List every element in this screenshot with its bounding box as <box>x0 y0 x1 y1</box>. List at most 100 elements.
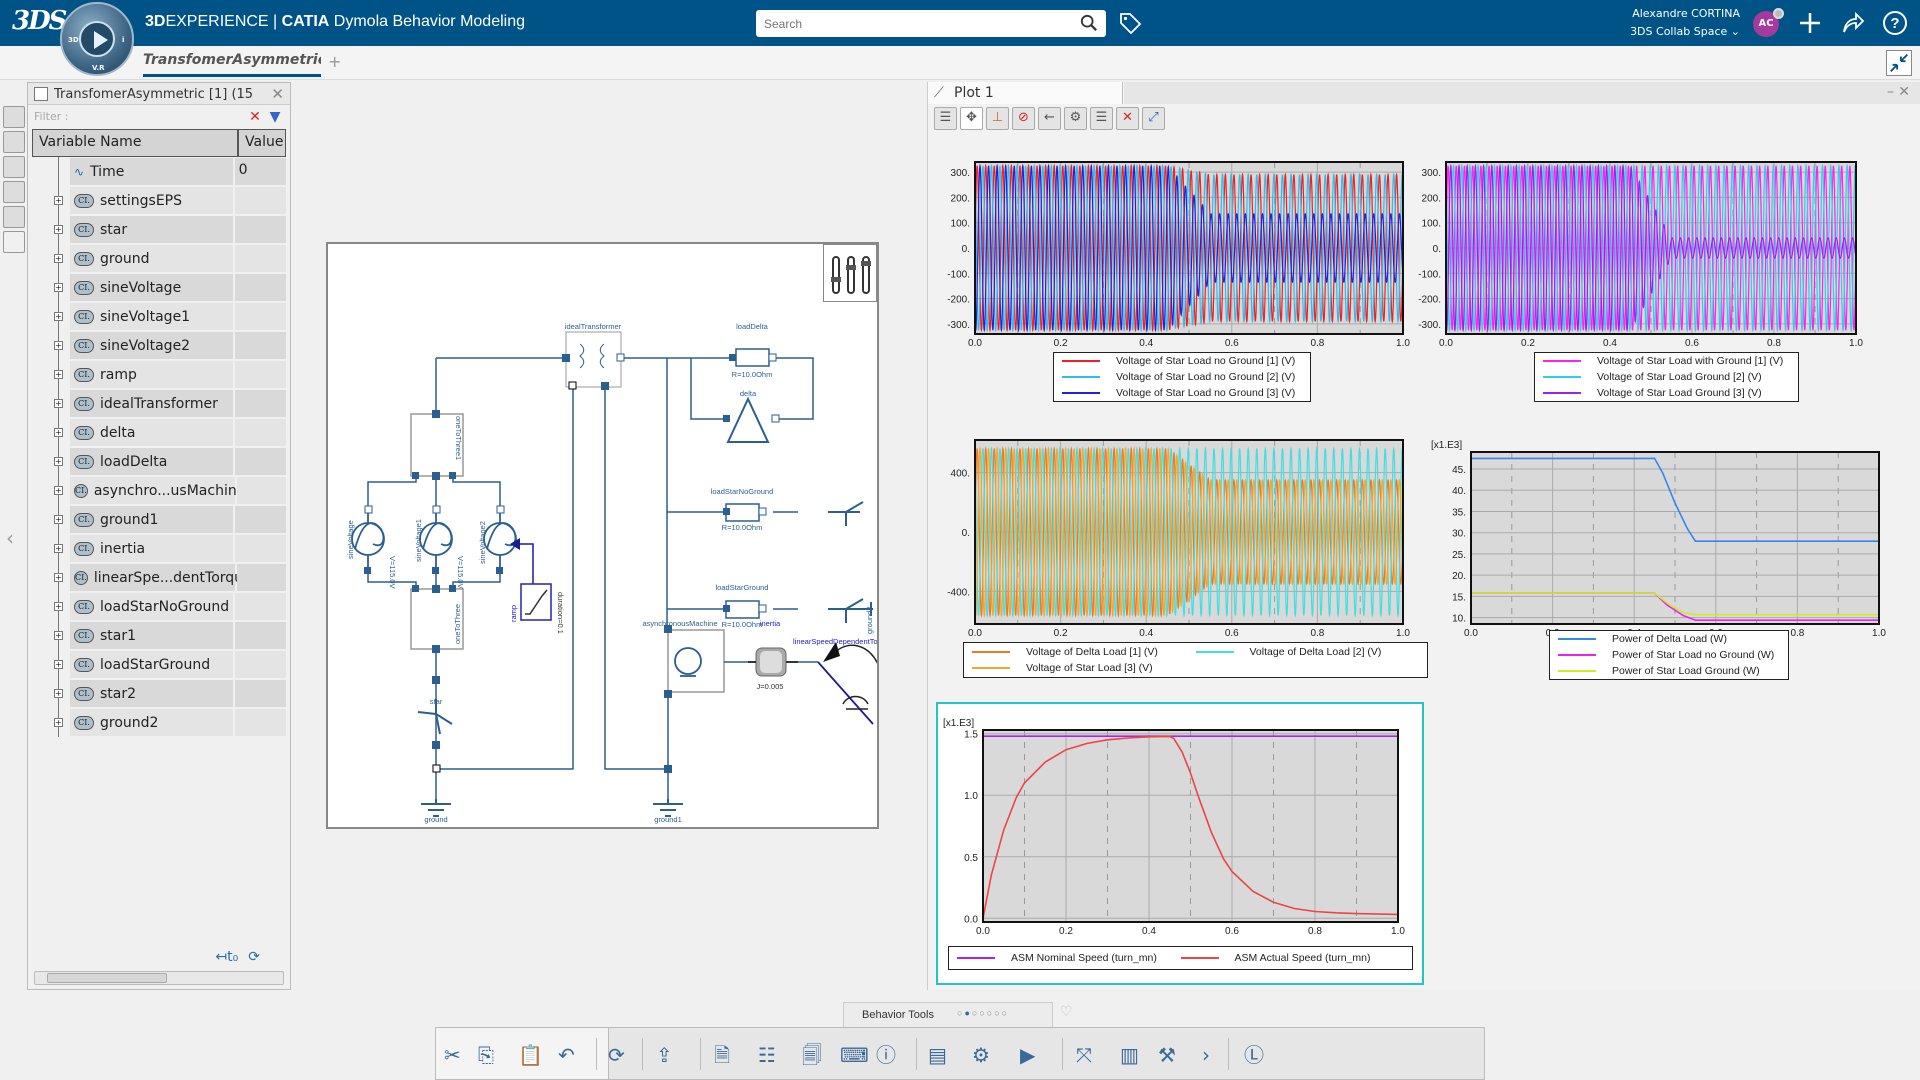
variable-name-cell[interactable]: ∿ Time <box>70 158 233 185</box>
table-row[interactable]: + CI. loadStarGround <box>32 650 286 679</box>
minimize-icon[interactable]: – <box>1887 84 1894 100</box>
clear-plot-button[interactable]: ⊘ <box>1012 107 1035 130</box>
compass-3d-label[interactable]: 3D <box>68 36 79 44</box>
table-row[interactable]: + CI. ground2 <box>32 708 286 737</box>
split-horizontal-button[interactable]: ☰ <box>1090 107 1113 130</box>
expand-icon[interactable]: + <box>54 428 63 437</box>
variables-button[interactable]: ☷ <box>758 1041 786 1069</box>
table-row[interactable]: + CI. ground1 <box>32 505 286 534</box>
search-box[interactable] <box>756 10 1106 37</box>
variable-name-cell[interactable]: CI. loadDelta <box>70 448 233 475</box>
legend-item[interactable]: ASM Nominal Speed (turn_mn) <box>957 950 1181 966</box>
delete-plot-button[interactable]: ✕ <box>1116 107 1139 130</box>
table-row[interactable]: + CI. star <box>32 215 286 244</box>
scrollbar-thumb[interactable] <box>47 973 167 983</box>
expand-icon[interactable]: + <box>54 718 63 727</box>
tab-plot-1[interactable]: ⟋ Plot 1 <box>928 82 1123 104</box>
chevron-left-icon[interactable]: ‹ <box>6 526 14 550</box>
chart-1[interactable]: 0.0 0.2 0.4 0.6 0.8 1.0 300. 200. 100. 0. -100. -20… <box>930 140 1413 366</box>
legend-item[interactable]: Voltage of Star Load [3] (V) <box>972 660 1196 676</box>
back-button[interactable]: ← <box>1038 107 1061 130</box>
tab-transformer-asymmetric[interactable]: TransfomerAsymmetric (Ei <box>143 52 321 77</box>
expand-icon[interactable]: + <box>54 283 63 292</box>
move-pan-button[interactable]: ✥ <box>960 107 983 130</box>
chart-4[interactable]: 0.00.20.40.60.81.045.40.35.30.25.20.15.1… <box>1426 430 1889 656</box>
legend-item[interactable]: Voltage of Star Load Ground [2] (V) <box>1543 369 1790 385</box>
expand-icon[interactable]: + <box>54 341 63 350</box>
variable-value-cell[interactable] <box>234 332 286 359</box>
expand-icon[interactable]: + <box>54 515 63 524</box>
table-row[interactable]: ∿ Time 0 <box>32 157 286 186</box>
expand-icon[interactable]: + <box>54 254 63 263</box>
table-row[interactable]: + CI. ramp <box>32 360 286 389</box>
compass-i-label[interactable]: i <box>122 36 124 44</box>
cut-button[interactable]: ✂ <box>444 1041 472 1069</box>
tag-icon[interactable] <box>1118 11 1142 35</box>
legend-item[interactable]: Power of Star Load no Ground (W) <box>1558 647 1780 663</box>
expand-icon[interactable]: + <box>54 573 63 582</box>
behavior-tools-tab[interactable]: Behavior Tools ○●○○○○○ <box>843 1002 1053 1028</box>
info-button[interactable]: ⓘ <box>876 1041 904 1069</box>
variable-value-cell[interactable] <box>234 651 286 678</box>
tree-view-icon[interactable] <box>3 106 25 128</box>
table-row[interactable]: + CI. sineVoltage2 <box>32 331 286 360</box>
refresh-play-icon[interactable]: ⟳ <box>248 949 260 965</box>
table-row[interactable]: + CI. linearSpe...dentTorque <box>32 563 286 592</box>
legend-item[interactable]: Power of Delta Load (W) <box>1558 631 1780 647</box>
variable-name-cell[interactable]: CI. star <box>70 216 233 243</box>
plus-icon[interactable] <box>1797 10 1823 36</box>
legend-item[interactable]: Voltage of Delta Load [1] (V) <box>972 644 1196 660</box>
share-icon[interactable] <box>1840 10 1866 36</box>
connect-button[interactable]: ⤧ <box>1076 1041 1104 1069</box>
library-button[interactable]: ▥ <box>1120 1041 1148 1069</box>
chart-5[interactable]: 0.0 0.2 0.4 0.6 0.8 1.0 1.5 1.0 0.5 0.0 [x1.E3] <box>943 708 1408 954</box>
variable-value-cell[interactable] <box>234 390 286 417</box>
variable-name-cell[interactable]: CI. ground <box>70 245 233 272</box>
expand-icon[interactable]: + <box>54 225 63 234</box>
plot-variables-active-icon[interactable] <box>3 231 25 253</box>
variables-icon[interactable] <box>3 156 25 178</box>
variable-name-cell[interactable]: CI. linearSpe...dentTorque <box>70 564 252 591</box>
variable-value-cell[interactable] <box>234 245 286 272</box>
chart-2[interactable]: 0.0 0.2 0.4 0.6 0.8 1.0 300. 200. 100. 0. -100. -20… <box>1401 140 1866 366</box>
variable-name-cell[interactable]: CI. idealTransformer <box>70 390 233 417</box>
window-icon[interactable] <box>3 181 25 203</box>
close-icon[interactable]: ✕ <box>1898 84 1910 100</box>
variable-value-cell[interactable] <box>234 274 286 301</box>
filter-field[interactable]: Filter : ✕ ▼ <box>28 105 290 129</box>
variable-value-cell[interactable] <box>234 303 286 330</box>
compass-icon[interactable]: 3D V.R i <box>60 2 134 76</box>
expand-icon[interactable]: + <box>54 196 63 205</box>
compass-play-button[interactable] <box>79 21 115 57</box>
variable-name-cell[interactable]: CI. loadStarGround <box>70 651 233 678</box>
table-row[interactable]: + CI. sineVoltage <box>32 273 286 302</box>
copy-button[interactable]: ⎘ <box>478 1041 506 1069</box>
variable-value-cell[interactable] <box>234 361 286 388</box>
parameter-sweep-button[interactable]: ⚒ <box>1158 1041 1186 1069</box>
rescale-button[interactable]: ⤢ <box>1142 107 1165 130</box>
user-info[interactable]: Alexandre CORTINA 3DS Collab Space ⌄ <box>1630 5 1740 41</box>
search-icon[interactable] <box>1080 14 1098 32</box>
variable-name-cell[interactable]: CI. star1 <box>70 622 233 649</box>
page-dots[interactable]: ○●○○○○○ <box>957 1008 1009 1018</box>
page-dot[interactable]: ○ <box>979 1008 986 1018</box>
legend-item[interactable]: Voltage of Star Load no Ground [2] (V) <box>1062 369 1302 385</box>
variable-name-cell[interactable]: CI. inertia <box>70 535 233 562</box>
collapse-icon[interactable] <box>1886 50 1912 76</box>
collab-space-selector[interactable]: 3DS Collab Space ⌄ <box>1630 23 1740 41</box>
model-data-button[interactable]: 🗎 <box>714 1041 742 1069</box>
variable-value-cell[interactable] <box>234 419 286 446</box>
next-button[interactable]: › <box>1202 1041 1230 1069</box>
simulate-button[interactable]: ▶ <box>1020 1041 1048 1069</box>
table-row[interactable]: + CI. inertia <box>32 534 286 563</box>
diagram-canvas[interactable]: idealTransformer loadDelta R=10.0Ohm del… <box>326 242 879 829</box>
plot-setup-button[interactable]: ⚙ <box>1064 107 1087 130</box>
avatar[interactable]: AC <box>1753 8 1784 37</box>
variable-value-cell[interactable] <box>237 477 286 504</box>
table-row[interactable]: + CI. loadDelta <box>32 447 286 476</box>
column-header-value[interactable]: Value <box>238 129 286 157</box>
variable-value-cell[interactable]: 0 <box>234 158 286 185</box>
legend-item[interactable]: Voltage of Star Load Ground [3] (V) <box>1543 385 1790 401</box>
expand-icon[interactable]: + <box>54 602 63 611</box>
compass-vr-label[interactable]: V.R <box>92 64 105 72</box>
